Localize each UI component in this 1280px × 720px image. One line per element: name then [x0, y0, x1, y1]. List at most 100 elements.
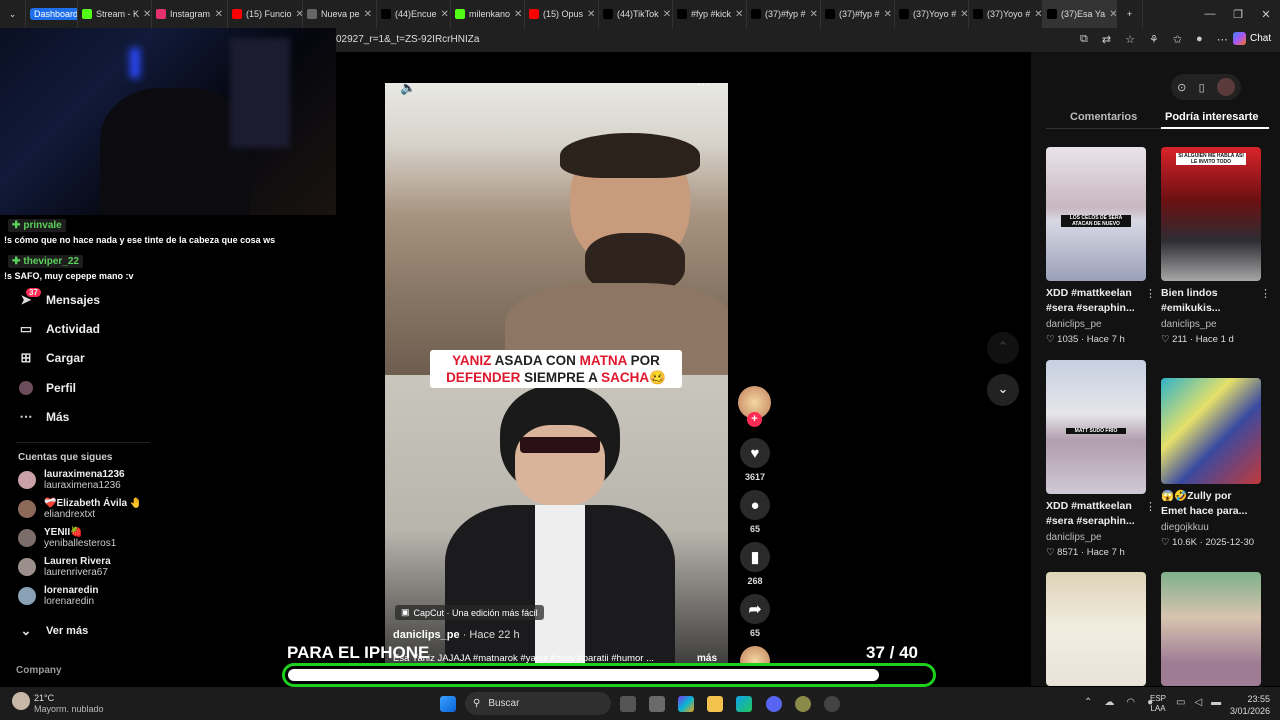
- nav-actividad[interactable]: ▭ Actividad: [18, 321, 100, 337]
- volume-icon[interactable]: ◁: [1194, 697, 1202, 708]
- card-menu-icon[interactable]: ⋮: [1145, 287, 1156, 300]
- close-tab-icon[interactable]: ✕: [960, 9, 968, 20]
- video-thumbnail: SI ALGUIEN ME HABLA ASI LE INVITO TODO: [1161, 147, 1261, 281]
- close-tab-icon[interactable]: ✕: [364, 9, 372, 20]
- close-tab-icon[interactable]: ✕: [215, 9, 223, 20]
- follow-button[interactable]: +: [747, 412, 762, 427]
- close-tab-icon[interactable]: ✕: [587, 9, 595, 20]
- nav-mas[interactable]: ⋯ Más: [18, 409, 70, 425]
- monitor-icon[interactable]: ▭: [1176, 697, 1185, 708]
- browser-tab[interactable]: (44)TikTok ✕: [599, 0, 673, 28]
- star-icon[interactable]: ☆: [1125, 33, 1135, 46]
- capcut-label[interactable]: ▣ CapCut · Una edición más fácil: [395, 605, 544, 620]
- card-menu-icon[interactable]: ⋮: [1145, 500, 1156, 513]
- see-more-button[interactable]: ⌄ Ver más: [18, 623, 89, 639]
- chevron-up-icon[interactable]: ⌃: [1084, 697, 1092, 708]
- like-button[interactable]: ♥ 3617: [738, 438, 772, 482]
- chat-button[interactable]: Chat: [1233, 32, 1271, 45]
- maximize-button[interactable]: ❐: [1224, 8, 1252, 21]
- close-tab-icon[interactable]: ✕: [884, 9, 892, 20]
- more-options-icon[interactable]: ⋯: [697, 83, 710, 93]
- comment-button[interactable]: ● 65: [738, 490, 772, 534]
- edge-icon[interactable]: [736, 696, 752, 712]
- task-view-icon[interactable]: [620, 696, 636, 712]
- app-icon[interactable]: [795, 696, 811, 712]
- close-tab-icon[interactable]: ✕: [735, 9, 743, 20]
- browser-tab[interactable]: milenkano ✕: [451, 0, 525, 28]
- translate-icon[interactable]: ⇄: [1102, 33, 1111, 46]
- obs-icon[interactable]: [824, 696, 840, 712]
- nav-mensajes[interactable]: ➤ Mensajes 37: [18, 288, 100, 308]
- close-tab-icon[interactable]: ✕: [441, 9, 449, 20]
- video-author[interactable]: daniclips_pe · Hace 22 h: [393, 629, 520, 641]
- browser-tab[interactable]: (37)#fyp # ✕: [747, 0, 821, 28]
- recommended-video-card[interactable]: LOS CELOS DE SERA ATACAN DE NUEVO XDD #m…: [1046, 147, 1156, 345]
- clock[interactable]: 23:55 3/01/2026: [1220, 693, 1270, 717]
- file-explorer-icon[interactable]: [707, 696, 723, 712]
- start-button[interactable]: [440, 696, 456, 712]
- volume-icon[interactable]: 🔈: [400, 83, 416, 96]
- share-button[interactable]: ➦ 65: [738, 594, 772, 638]
- browser-tab[interactable]: Instagram ✕: [152, 0, 228, 28]
- save-button[interactable]: ▮ 268: [738, 542, 772, 586]
- open-external-icon[interactable]: ⧉: [1080, 33, 1088, 46]
- discord-icon[interactable]: [766, 696, 782, 712]
- browser-tab[interactable]: (15) Opus ✕: [525, 0, 599, 28]
- card-menu-icon[interactable]: ⋮: [1260, 287, 1271, 300]
- store-icon[interactable]: [649, 696, 665, 712]
- profile-avatar[interactable]: [1216, 78, 1235, 96]
- extensions-icon[interactable]: ⚘: [1149, 33, 1159, 46]
- browser-tab[interactable]: (37)Yoyo # ✕: [895, 0, 969, 28]
- copilot-app-icon[interactable]: [678, 696, 694, 712]
- favorites-icon[interactable]: ✩: [1173, 33, 1182, 46]
- next-video-button[interactable]: ⌄: [987, 374, 1019, 406]
- minimize-button[interactable]: —: [1196, 8, 1224, 20]
- profile-icon[interactable]: ●: [1196, 33, 1203, 46]
- close-tab-icon[interactable]: ✕: [143, 9, 151, 20]
- tab-comentarios[interactable]: Comentarios: [1070, 111, 1137, 123]
- following-account[interactable]: Lauren Rivera laurenrivera67: [18, 556, 111, 578]
- phone-icon[interactable]: ▯: [1199, 81, 1205, 94]
- browser-tab[interactable]: Nueva pe ✕: [303, 0, 377, 28]
- close-tab-icon[interactable]: ✕: [1034, 9, 1042, 20]
- recommended-video-card[interactable]: 😱🤣Zully por Emet hace para... diegojkkuu…: [1161, 378, 1261, 548]
- browser-tab[interactable]: (37)#fyp # ✕: [821, 0, 895, 28]
- nav-perfil[interactable]: Perfil: [18, 380, 76, 396]
- close-tab-icon[interactable]: ✕: [1109, 9, 1116, 20]
- browser-tab[interactable]: #fyp #kick ✕: [673, 0, 747, 28]
- recommended-video-card[interactable]: [1161, 572, 1261, 686]
- close-tab-icon[interactable]: ✕: [514, 9, 522, 20]
- cloud-icon[interactable]: ☁: [1104, 697, 1114, 708]
- following-account[interactable]: YENII🍓 yeniballesteros1: [18, 527, 116, 549]
- browser-tab[interactable]: (44)Encue ✕: [377, 0, 451, 28]
- browser-tab[interactable]: Dashboard: [26, 0, 78, 28]
- close-tab-icon[interactable]: ✕: [663, 9, 671, 20]
- tab-favicon: [677, 9, 687, 19]
- settings-icon[interactable]: ⊙: [1177, 81, 1186, 94]
- recommended-video-card[interactable]: SI ALGUIEN ME HABLA ASI LE INVITO TODO B…: [1161, 147, 1271, 345]
- close-tab-icon[interactable]: ✕: [810, 9, 818, 20]
- close-window-button[interactable]: ✕: [1252, 8, 1280, 21]
- browser-tab[interactable]: (15) Funcio ✕: [228, 0, 303, 28]
- following-account[interactable]: lorenaredin lorenaredin: [18, 585, 98, 607]
- view-toggle[interactable]: ⊙ ▯: [1171, 74, 1241, 100]
- tab-podria-interesarte[interactable]: Podría interesarte: [1165, 111, 1259, 123]
- nav-cargar[interactable]: ⊞ Cargar: [18, 350, 85, 366]
- new-tab-button[interactable]: +: [1117, 0, 1143, 28]
- previous-video-button[interactable]: ⌃: [987, 332, 1019, 364]
- tab-list-button[interactable]: ⌄: [0, 0, 26, 28]
- search-box[interactable]: ⚲ Buscar: [465, 692, 611, 715]
- recommended-video-card[interactable]: [1046, 572, 1146, 686]
- recommended-video-card[interactable]: MATT SUDÓ FRÍO XDD #mattkeelan #sera #se…: [1046, 360, 1156, 558]
- input-language[interactable]: ESP LAA: [1150, 694, 1166, 714]
- browser-tab[interactable]: (37)Yoyo # ✕: [969, 0, 1043, 28]
- close-tab-icon[interactable]: ✕: [296, 9, 302, 20]
- url-field[interactable]: 02927_r=1&_t=ZS-92IRcrHNIZa: [336, 34, 479, 45]
- following-account[interactable]: ❤️‍🩹Elizabeth Ávila 🤚 eliandrextxt: [18, 498, 142, 520]
- browser-tab[interactable]: (37)Esa Ya ✕: [1043, 0, 1117, 28]
- company-link[interactable]: Company: [16, 665, 62, 676]
- browser-tab[interactable]: Stream - K ✕: [78, 0, 152, 28]
- more-menu-icon[interactable]: ⋯: [1217, 33, 1228, 46]
- wifi-icon[interactable]: ◠: [1126, 697, 1135, 708]
- following-account[interactable]: lauraximena1236 lauraximena1236: [18, 469, 125, 491]
